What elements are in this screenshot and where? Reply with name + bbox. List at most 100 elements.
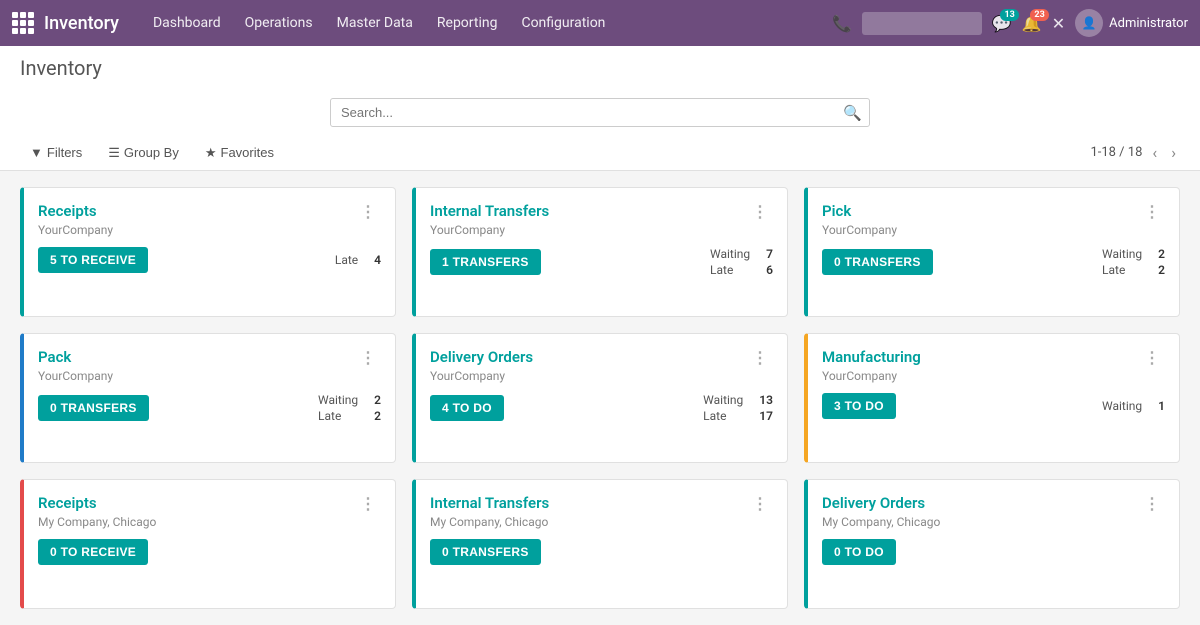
search-wrap: 🔍: [330, 98, 870, 127]
stat-label: Waiting: [1102, 247, 1142, 261]
stat-label: Waiting: [703, 393, 743, 407]
filter-icon: ▼: [30, 145, 43, 160]
card-menu-icon[interactable]: ⋮: [1140, 348, 1165, 367]
app-grid-menu[interactable]: [12, 12, 34, 34]
user-menu[interactable]: 👤 Administrator: [1075, 9, 1188, 37]
card-stat-row: Waiting 13: [703, 393, 773, 407]
card-stat-row: Waiting 2: [1102, 247, 1165, 261]
card-title[interactable]: Pick: [822, 202, 851, 220]
card-action-button[interactable]: 0 TO RECEIVE: [38, 539, 148, 565]
card-stats: Waiting 7 Late 6: [710, 247, 773, 277]
nav-operations[interactable]: Operations: [235, 11, 323, 35]
card-menu-icon[interactable]: ⋮: [748, 494, 773, 513]
card-title[interactable]: Receipts: [38, 202, 97, 220]
card-delivery-orders-chicago: Delivery Orders ⋮ My Company, Chicago 0 …: [804, 479, 1180, 609]
card-header: Pick ⋮: [822, 202, 1165, 221]
stat-value: 7: [766, 247, 773, 261]
subheader: Inventory 🔍 ▼ Filters ☰ Group By ★ Favor…: [0, 46, 1200, 171]
card-action-button[interactable]: 0 TRANSFERS: [430, 539, 541, 565]
card-body: 3 TO DO Waiting 1: [822, 393, 1165, 419]
favorites-button[interactable]: ★ Favorites: [195, 142, 284, 164]
cards-grid: Receipts ⋮ YourCompany 5 TO RECEIVE Late…: [20, 187, 1180, 609]
pagination-text: 1-18 / 18: [1090, 145, 1142, 160]
card-stat-row: Late 4: [335, 253, 381, 267]
filters-label: Filters: [47, 145, 82, 160]
nav-dashboard[interactable]: Dashboard: [143, 11, 231, 35]
card-pack-yourcompany: Pack ⋮ YourCompany 0 TRANSFERS Waiting 2…: [20, 333, 396, 463]
card-subtitle: My Company, Chicago: [430, 515, 773, 529]
card-menu-icon[interactable]: ⋮: [356, 494, 381, 513]
card-action-button[interactable]: 4 TO DO: [430, 395, 504, 421]
card-header: Delivery Orders ⋮: [822, 494, 1165, 513]
card-title[interactable]: Receipts: [38, 494, 97, 512]
card-body: 0 TO RECEIVE: [38, 539, 381, 565]
stat-value: 17: [759, 409, 773, 423]
close-icon[interactable]: ✕: [1052, 14, 1065, 33]
card-stats: Late 4: [335, 253, 381, 267]
pagination-next[interactable]: ›: [1167, 141, 1180, 164]
card-action-button[interactable]: 3 TO DO: [822, 393, 896, 419]
stat-label: Late: [1102, 263, 1125, 277]
search-input[interactable]: [330, 98, 870, 127]
card-receipts-chicago: Receipts ⋮ My Company, Chicago 0 TO RECE…: [20, 479, 396, 609]
groupby-button[interactable]: ☰ Group By: [98, 142, 189, 164]
filters-button[interactable]: ▼ Filters: [20, 142, 92, 164]
stat-label: Late: [335, 253, 358, 267]
card-header: Internal Transfers ⋮: [430, 494, 773, 513]
top-navigation: Inventory Dashboard Operations Master Da…: [0, 0, 1200, 46]
grid-icon: [12, 12, 34, 34]
nav-configuration[interactable]: Configuration: [511, 11, 615, 35]
card-title[interactable]: Internal Transfers: [430, 494, 549, 512]
card-menu-icon[interactable]: ⋮: [1140, 202, 1165, 221]
card-manufacturing-yourcompany: Manufacturing ⋮ YourCompany 3 TO DO Wait…: [804, 333, 1180, 463]
stat-label: Late: [318, 409, 341, 423]
card-action-button[interactable]: 0 TRANSFERS: [38, 395, 149, 421]
card-title[interactable]: Delivery Orders: [822, 494, 925, 512]
card-menu-icon[interactable]: ⋮: [748, 348, 773, 367]
card-stat-row: Late 6: [710, 263, 773, 277]
card-menu-icon[interactable]: ⋮: [356, 202, 381, 221]
card-header: Internal Transfers ⋮: [430, 202, 773, 221]
card-action-button[interactable]: 0 TRANSFERS: [822, 249, 933, 275]
stat-value: 1: [1158, 399, 1165, 413]
phone-icon[interactable]: 📞: [832, 14, 852, 33]
groupby-label: Group By: [124, 145, 179, 160]
search-bar-row: 🔍: [20, 90, 1180, 135]
card-menu-icon[interactable]: ⋮: [1140, 494, 1165, 513]
card-menu-icon[interactable]: ⋮: [748, 202, 773, 221]
nav-master-data[interactable]: Master Data: [327, 11, 423, 35]
card-subtitle: YourCompany: [38, 223, 381, 237]
main-content: Receipts ⋮ YourCompany 5 TO RECEIVE Late…: [0, 171, 1200, 625]
card-title[interactable]: Manufacturing: [822, 348, 921, 366]
discuss-icon[interactable]: 💬 13: [992, 14, 1012, 33]
card-stats: Waiting 13 Late 17: [703, 393, 773, 423]
card-title[interactable]: Internal Transfers: [430, 202, 549, 220]
nav-reporting[interactable]: Reporting: [427, 11, 508, 35]
card-body: 0 TRANSFERS Waiting 2 Late 2: [38, 393, 381, 423]
user-name: Administrator: [1109, 16, 1188, 31]
stat-value: 2: [1158, 247, 1165, 261]
topnav-search-input[interactable]: [862, 12, 982, 35]
pagination-prev[interactable]: ‹: [1148, 141, 1161, 164]
main-menu: Dashboard Operations Master Data Reporti…: [143, 11, 832, 35]
card-receipts-yourcompany: Receipts ⋮ YourCompany 5 TO RECEIVE Late…: [20, 187, 396, 317]
card-action-button[interactable]: 5 TO RECEIVE: [38, 247, 148, 273]
card-title[interactable]: Pack: [38, 348, 71, 366]
card-action-button[interactable]: 0 TO DO: [822, 539, 896, 565]
card-menu-icon[interactable]: ⋮: [356, 348, 381, 367]
card-internal-transfers-yourcompany: Internal Transfers ⋮ YourCompany 1 TRANS…: [412, 187, 788, 317]
search-icon[interactable]: 🔍: [843, 104, 862, 122]
card-header: Receipts ⋮: [38, 494, 381, 513]
card-stat-row: Waiting 7: [710, 247, 773, 261]
stat-value: 2: [374, 393, 381, 407]
card-stats: Waiting 1: [1102, 399, 1165, 413]
pagination-info: 1-18 / 18 ‹ ›: [1090, 141, 1180, 164]
stat-label: Late: [703, 409, 726, 423]
stat-value: 13: [759, 393, 773, 407]
card-action-button[interactable]: 1 TRANSFERS: [430, 249, 541, 275]
card-pick-yourcompany: Pick ⋮ YourCompany 0 TRANSFERS Waiting 2…: [804, 187, 1180, 317]
card-body: 0 TRANSFERS: [430, 539, 773, 565]
card-header: Manufacturing ⋮: [822, 348, 1165, 367]
activity-icon[interactable]: 🔔 23: [1022, 14, 1042, 33]
card-title[interactable]: Delivery Orders: [430, 348, 533, 366]
